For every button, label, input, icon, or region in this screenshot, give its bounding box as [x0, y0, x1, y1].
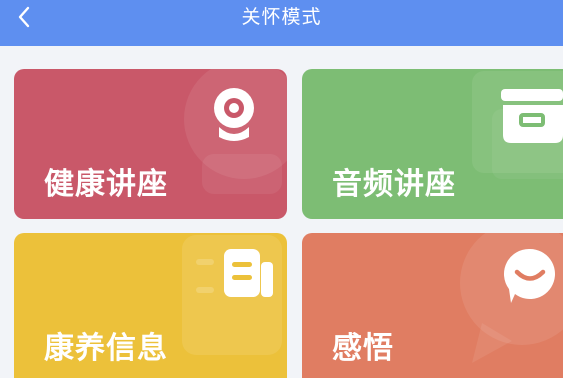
document-icon [224, 249, 273, 297]
card-label: 康养信息 [44, 331, 168, 366]
page-title: 关怀模式 [241, 6, 322, 28]
card-label: 音频讲座 [332, 167, 456, 202]
smile-chat-icon [503, 248, 555, 303]
webcam-icon [214, 88, 254, 141]
archive-box-icon [501, 89, 563, 143]
card-audio-lecture[interactable]: 音频讲座 [302, 69, 563, 219]
card-label: 感悟 [332, 331, 394, 366]
header-bar: 关怀模式 [0, 0, 563, 46]
card-wellness-info[interactable]: 康养信息 [14, 233, 287, 378]
card-label: 健康讲座 [44, 167, 168, 202]
card-health-lecture[interactable]: 健康讲座 [14, 69, 287, 219]
card-reflections[interactable]: 感悟 [302, 233, 563, 378]
